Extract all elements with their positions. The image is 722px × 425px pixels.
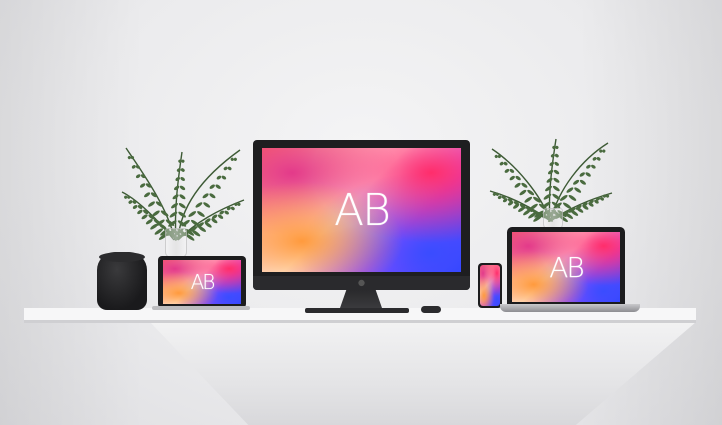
- desktop-screen-logo: AB: [334, 184, 391, 236]
- fern-leaflet: [602, 149, 606, 153]
- desk-edge: [24, 320, 696, 323]
- fern-leaflet: [553, 169, 560, 175]
- fern-leaflet: [195, 202, 203, 208]
- fern-leaflet: [509, 175, 515, 181]
- fern-leaflet: [547, 169, 554, 175]
- fern-leaflet: [202, 193, 209, 199]
- fern-leaflet: [585, 172, 591, 177]
- fern-leaflet: [141, 214, 148, 220]
- fern-leaflet: [233, 157, 237, 161]
- fern-leaflet: [514, 182, 521, 188]
- fern-leaflet: [169, 211, 178, 218]
- fern-leaflet: [216, 175, 222, 180]
- fern-leaflet: [499, 161, 504, 166]
- fern-leaflet: [554, 153, 559, 158]
- fern-leaflet: [545, 185, 552, 192]
- tablet-screen-logo: AB: [190, 270, 216, 294]
- fern-leaflet: [586, 164, 591, 169]
- fern-leaflet: [524, 196, 533, 203]
- fern-leaflet: [509, 168, 515, 173]
- fern-leaflet: [215, 184, 221, 189]
- mouse: [421, 306, 441, 313]
- laptop-screen-logo: AB: [549, 250, 584, 284]
- fern-leaflet: [178, 203, 186, 209]
- fern-leaflet: [568, 194, 577, 201]
- fern-leaflet: [180, 168, 185, 172]
- fern-leaflet: [135, 174, 141, 179]
- fern-leaflet: [519, 189, 527, 196]
- tablet-screen: AB: [163, 260, 241, 304]
- fern-leaflet: [562, 202, 572, 209]
- left-glass-vase: [165, 228, 187, 258]
- laptop-base: [500, 304, 640, 312]
- tablet-keyboard-base: [152, 306, 250, 310]
- fern-leaflet: [197, 211, 205, 217]
- fern-leaflet: [203, 202, 211, 208]
- fern-leaflet: [554, 161, 559, 166]
- fern-leaflet: [573, 179, 580, 185]
- fern-leaflet: [145, 219, 153, 225]
- desktop-stand: [340, 290, 382, 308]
- fern-leaflet: [131, 165, 136, 169]
- fern-leaflet: [543, 193, 552, 200]
- fern-leaflet: [591, 164, 596, 169]
- fern-leaflet: [546, 177, 553, 183]
- fern-leaflet: [552, 185, 560, 192]
- desktop-screen: AB: [262, 148, 461, 272]
- fern-leaflet: [144, 192, 151, 198]
- fern-leaflet: [504, 168, 510, 173]
- keyboard: [305, 308, 409, 313]
- fern-leaflet: [592, 157, 597, 161]
- fern-leaflet: [148, 201, 155, 207]
- fern-leaflet: [150, 223, 158, 230]
- fern-leaflet: [209, 193, 216, 199]
- fern-leaflet: [224, 210, 229, 215]
- fern-leaflet: [574, 187, 582, 193]
- fern-leaflet: [132, 204, 138, 209]
- fern-leaflet: [227, 166, 232, 171]
- fern-leaflet: [223, 166, 228, 171]
- fern-leaflet: [230, 206, 235, 211]
- phone-screen: [480, 265, 500, 306]
- fern-leaflet: [188, 211, 197, 217]
- fern-leaflet: [179, 185, 186, 191]
- fern-leaflet: [171, 203, 178, 209]
- fern-leaflet: [128, 200, 133, 204]
- fern-leaflet: [137, 209, 143, 215]
- fern-leaflet: [566, 187, 574, 193]
- device-mockup-scene: AB AB AB: [0, 0, 722, 425]
- fern-leaflet: [139, 183, 146, 188]
- apple-logo-icon: [357, 278, 366, 287]
- fern-leaflet: [596, 157, 601, 161]
- fern-leaflet: [172, 194, 179, 200]
- fern-leaflet: [209, 184, 215, 189]
- fern-leaflet: [180, 176, 185, 181]
- laptop-screen: AB: [512, 232, 620, 302]
- fern-leaflet: [579, 172, 585, 177]
- smart-speaker-top: [99, 252, 145, 262]
- fern-leaflet: [179, 194, 186, 200]
- fern-leaflet: [221, 175, 227, 180]
- fern-leaflet: [579, 179, 586, 185]
- fern-leaflet: [553, 177, 560, 183]
- fern-leaflet: [521, 182, 528, 188]
- fern-leaflet: [515, 175, 521, 181]
